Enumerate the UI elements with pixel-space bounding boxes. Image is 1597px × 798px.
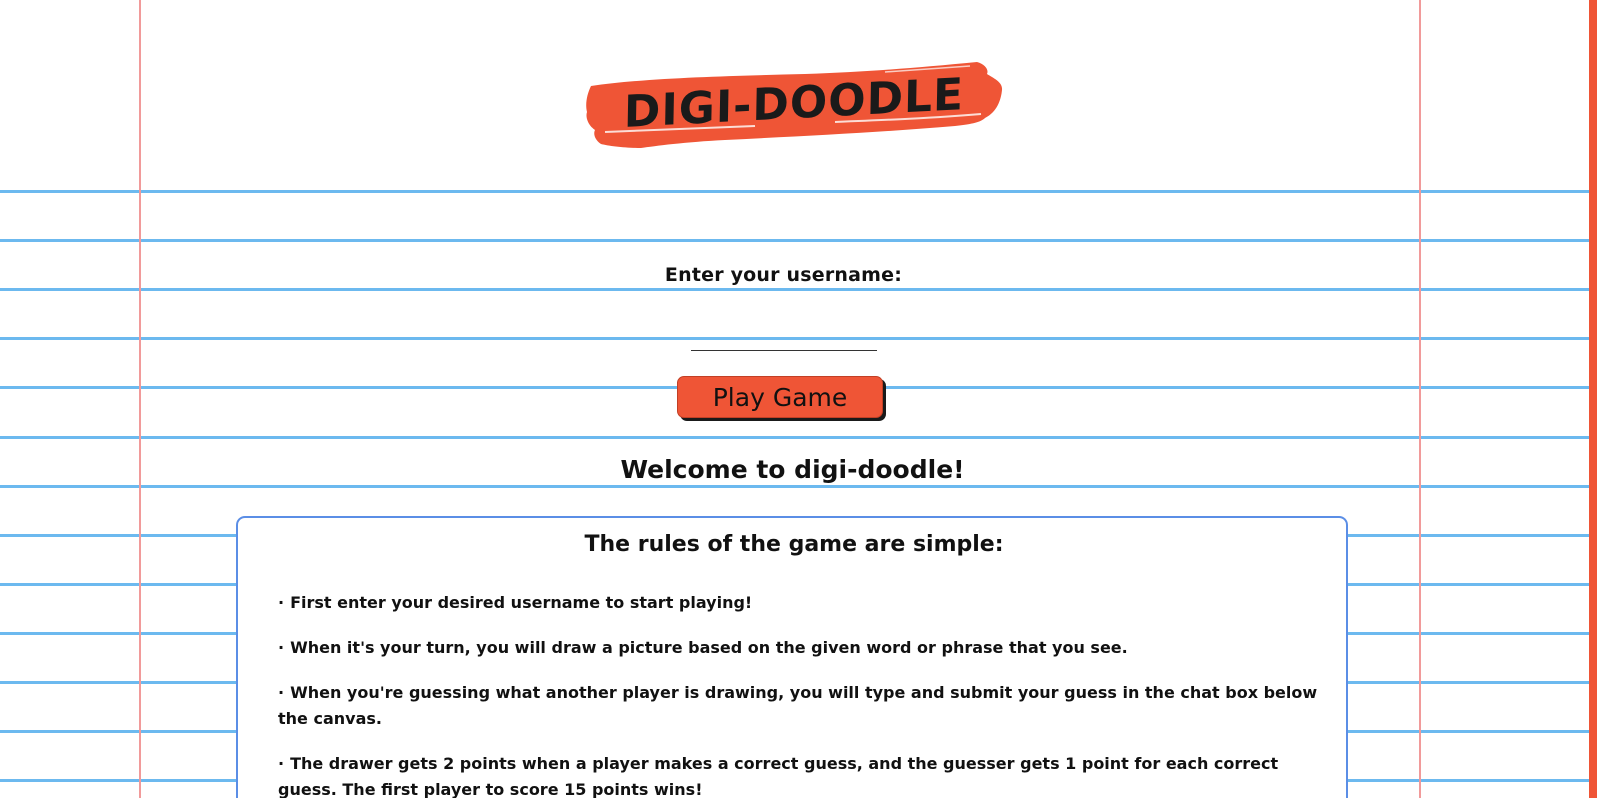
- play-game-button[interactable]: Play Game: [677, 376, 883, 418]
- rule-text: When it's your turn, you will draw a pic…: [290, 638, 1128, 657]
- list-item: · First enter your desired username to st…: [278, 590, 1318, 616]
- rule-line: [0, 436, 1589, 439]
- username-input[interactable]: [691, 322, 877, 351]
- username-label: Enter your username:: [664, 264, 903, 286]
- rule-line: [0, 239, 1589, 242]
- rule-text: The drawer gets 2 points when a player m…: [278, 754, 1279, 798]
- list-item: · The drawer gets 2 points when a player …: [278, 751, 1318, 798]
- rules-list: · First enter your desired username to st…: [278, 590, 1318, 798]
- bullet-icon: ·: [278, 683, 285, 702]
- bullet-icon: ·: [278, 754, 285, 773]
- page-edge-stripe: [1589, 0, 1597, 798]
- bullet-icon: ·: [278, 638, 285, 657]
- rule-text: When you're guessing what another player…: [278, 683, 1318, 728]
- welcome-heading: Welcome to digi-doodle!: [620, 455, 965, 484]
- list-item: · When it's your turn, you will draw a pi…: [278, 635, 1318, 661]
- app-logo: DIGI-DOODLE: [585, 60, 1003, 150]
- bullet-icon: ·: [278, 593, 285, 612]
- list-item: · When you're guessing what another playe…: [278, 680, 1318, 732]
- left-margin-line: [139, 0, 141, 798]
- rules-panel: The rules of the game are simple: · First…: [236, 516, 1348, 798]
- rule-line: [0, 288, 1589, 291]
- right-margin-line: [1419, 0, 1421, 798]
- rule-text: First enter your desired username to sta…: [290, 593, 753, 612]
- rule-line: [0, 485, 1589, 488]
- rules-title: The rules of the game are simple:: [584, 532, 1004, 557]
- rule-line: [0, 190, 1589, 193]
